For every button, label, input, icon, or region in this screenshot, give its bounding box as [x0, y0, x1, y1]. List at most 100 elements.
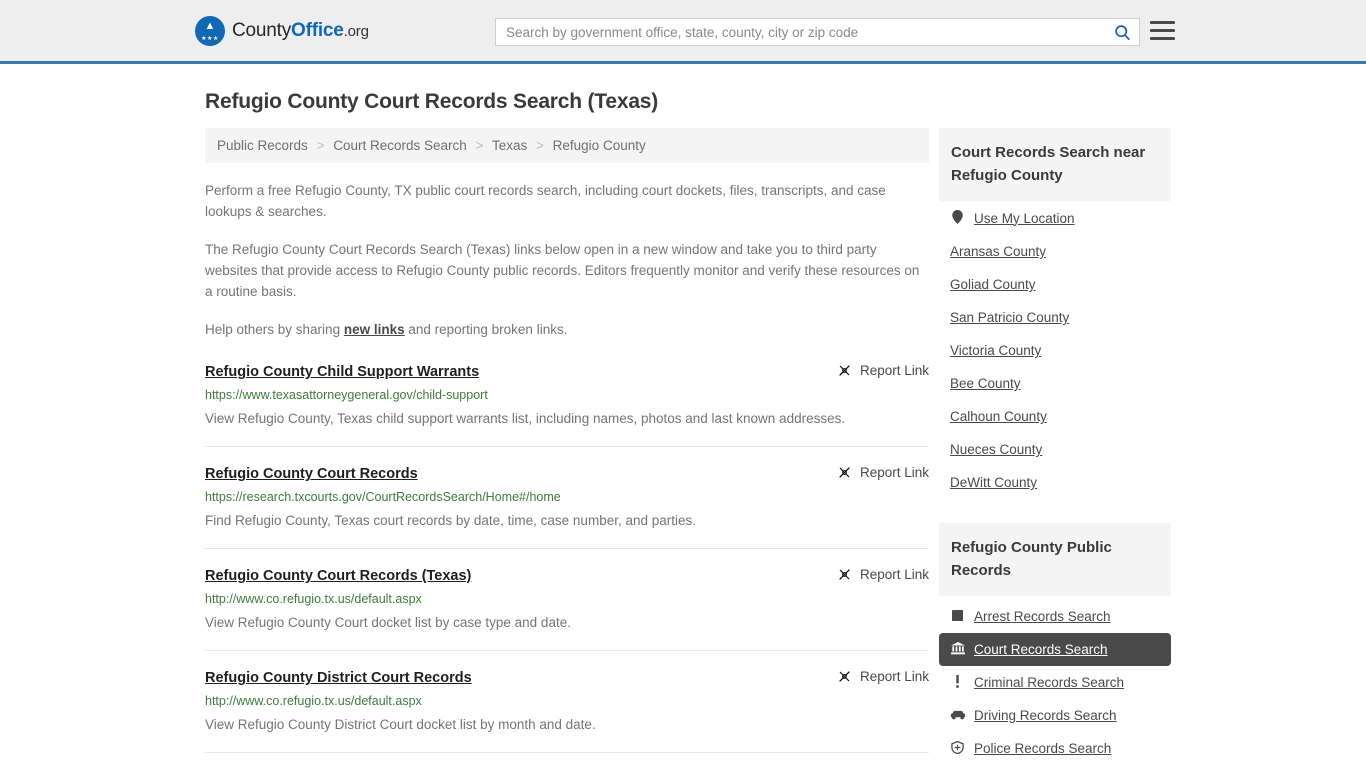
- breadcrumb-item-refugio-county[interactable]: Refugio County: [553, 138, 646, 153]
- report-link-button[interactable]: Report Link: [837, 668, 929, 684]
- sidebar-nearby-heading: Court Records Search near Refugio County: [939, 128, 1171, 201]
- result-title-link[interactable]: Refugio County Court Records: [205, 464, 418, 484]
- sidebar-item-label: Goliad County: [950, 277, 1036, 292]
- search-input[interactable]: [496, 19, 1105, 45]
- result-title-link[interactable]: Refugio County Court Records (Texas): [205, 566, 471, 586]
- sidebar-item-dewitt-county[interactable]: DeWitt County: [939, 466, 1171, 499]
- breadcrumb-item-public-records[interactable]: Public Records: [217, 138, 308, 153]
- sidebar-item-label: Nueces County: [950, 442, 1043, 457]
- search-bar[interactable]: [495, 18, 1140, 46]
- results-list: Refugio County Child Support Warrants Re…: [205, 362, 929, 768]
- courthouse-icon: [950, 642, 965, 657]
- police-badge-icon: [950, 740, 965, 756]
- new-links-link[interactable]: new links: [344, 322, 405, 337]
- main-column: Public Records > Court Records Search > …: [205, 128, 929, 768]
- result-url: https://www.texasattorneygeneral.gov/chi…: [205, 388, 488, 402]
- breadcrumb-item-court-records-search[interactable]: Court Records Search: [333, 138, 467, 153]
- broken-link-icon: [839, 569, 850, 580]
- page-title: Refugio County Court Records Search (Tex…: [205, 90, 659, 113]
- sidebar-item-victoria-county[interactable]: Victoria County: [939, 334, 1171, 367]
- sidebar-public-records-box: Refugio County Public Records Arrest Rec…: [939, 523, 1171, 765]
- breadcrumb-separator: >: [316, 138, 325, 153]
- report-link-label: Report Link: [859, 669, 929, 684]
- result-item: Refugio County Court Records (Texas) Rep…: [205, 549, 929, 651]
- hamburger-menu-icon[interactable]: [1150, 21, 1175, 40]
- logo-text-tld: .org: [343, 22, 369, 40]
- sidebar-item-label: Police Records Search: [974, 741, 1112, 756]
- report-link-label: Report Link: [859, 363, 929, 378]
- intro-paragraph-3-post: and reporting broken links.: [404, 322, 568, 337]
- report-link-label: Report Link: [859, 465, 929, 480]
- report-link-button[interactable]: Report Link: [837, 566, 929, 582]
- result-title-link[interactable]: Refugio County District Court Records: [205, 668, 472, 688]
- sidebar-item-nueces-county[interactable]: Nueces County: [939, 433, 1171, 466]
- sidebar-item-label: Calhoun County: [950, 409, 1047, 424]
- sidebar-nearby-list: Use My Location Aransas County Goliad Co…: [939, 201, 1171, 499]
- sidebar-item-label: Use My Location: [974, 210, 1075, 226]
- report-link-label: Report Link: [859, 567, 929, 582]
- report-link-button[interactable]: Report Link: [837, 464, 929, 480]
- result-item: Refugio County Child Support Warrants Re…: [205, 362, 929, 447]
- sidebar-nearby-box: Court Records Search near Refugio County…: [939, 128, 1171, 499]
- sidebar-item-label: Arrest Records Search: [974, 609, 1111, 624]
- logo-text: CountyOffice.org: [232, 20, 369, 42]
- sidebar-item-bee-county[interactable]: Bee County: [939, 367, 1171, 400]
- sidebar: Court Records Search near Refugio County…: [939, 128, 1171, 768]
- result-header: Refugio County Child Support Warrants Re…: [205, 362, 929, 382]
- result-url: https://research.txcourts.gov/CourtRecor…: [205, 490, 561, 504]
- breadcrumb-separator: >: [536, 138, 544, 153]
- logo-text-county: County: [232, 19, 292, 41]
- sidebar-item-use-my-location[interactable]: Use My Location: [939, 201, 1171, 235]
- page-body: Refugio County Court Records Search (Tex…: [0, 90, 1366, 768]
- breadcrumb-item-texas[interactable]: Texas: [492, 138, 527, 153]
- result-item: Refugio County District Court Records Re…: [205, 651, 929, 753]
- hamburger-bar: [1150, 37, 1175, 40]
- breadcrumb: Public Records > Court Records Search > …: [205, 128, 929, 163]
- sidebar-item-court-records-search[interactable]: Court Records Search: [939, 633, 1171, 666]
- site-logo[interactable]: ▲ ★★★ CountyOffice.org: [195, 15, 369, 46]
- breadcrumb-separator: >: [475, 138, 484, 153]
- result-description: Find Refugio County, Texas court records…: [205, 513, 697, 528]
- sidebar-item-goliad-county[interactable]: Goliad County: [939, 268, 1171, 301]
- sidebar-item-criminal-records-search[interactable]: Criminal Records Search: [939, 666, 1171, 699]
- sidebar-public-records-list: Arrest Records Search Court Records Sear…: [939, 600, 1171, 765]
- sidebar-public-records-heading: Refugio County Public Records: [939, 523, 1171, 596]
- result-url: http://www.co.refugio.tx.us/default.aspx: [205, 592, 422, 606]
- sidebar-item-san-patricio-county[interactable]: San Patricio County: [939, 301, 1171, 334]
- intro-paragraph-1: Perform a free Refugio County, TX public…: [205, 183, 886, 219]
- sidebar-item-driving-records-search[interactable]: Driving Records Search: [939, 699, 1171, 732]
- intro-paragraph-3: Help others by sharing new links and rep…: [205, 319, 929, 340]
- sidebar-item-arrest-records-search[interactable]: Arrest Records Search: [939, 600, 1171, 633]
- result-header: Refugio County District Court Records Re…: [205, 668, 929, 688]
- hamburger-bar: [1150, 29, 1175, 32]
- result-description: View Refugio County, Texas child support…: [205, 411, 846, 426]
- sidebar-item-police-records-search[interactable]: Police Records Search: [939, 732, 1171, 765]
- intro-text: Perform a free Refugio County, TX public…: [205, 180, 929, 340]
- result-description: View Refugio County District Court docke…: [205, 717, 596, 732]
- site-header: ▲ ★★★ CountyOffice.org: [0, 0, 1366, 64]
- sidebar-item-label: Criminal Records Search: [974, 675, 1125, 690]
- broken-link-icon: [839, 365, 850, 376]
- car-icon: [950, 709, 966, 722]
- content-area: Public Records > Court Records Search > …: [0, 128, 1366, 768]
- result-title-link[interactable]: Refugio County Child Support Warrants: [205, 362, 479, 382]
- result-url: http://www.co.refugio.tx.us/default.aspx: [205, 694, 422, 708]
- sidebar-item-label: DeWitt County: [950, 475, 1038, 490]
- result-header: Refugio County Court Records (Texas) Rep…: [205, 566, 929, 586]
- sidebar-item-label: Driving Records Search: [974, 708, 1117, 723]
- eagle-seal-icon: ▲ ★★★: [195, 15, 225, 46]
- sidebar-item-aransas-county[interactable]: Aransas County: [939, 235, 1171, 268]
- result-item: Refugio County Justice of The Peace Cour…: [205, 753, 929, 768]
- logo-text-office: Office: [291, 19, 344, 41]
- intro-paragraph-2: The Refugio County Court Records Search …: [205, 242, 920, 299]
- exclamation-icon: [950, 675, 965, 690]
- search-button[interactable]: [1105, 19, 1139, 45]
- result-item: Refugio County Court Records Report Link…: [205, 447, 929, 549]
- sidebar-item-label: Bee County: [950, 376, 1021, 391]
- report-link-button[interactable]: Report Link: [837, 362, 929, 378]
- sidebar-item-label: Victoria County: [950, 343, 1042, 358]
- hamburger-bar: [1150, 21, 1175, 24]
- sidebar-item-calhoun-county[interactable]: Calhoun County: [939, 400, 1171, 433]
- sidebar-item-label: Aransas County: [950, 244, 1047, 259]
- fingerprint-icon: [950, 610, 965, 623]
